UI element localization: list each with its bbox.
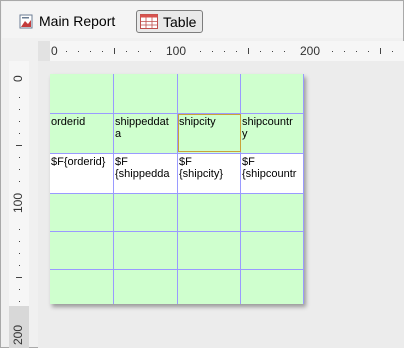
tab-table-label: Table [163, 13, 197, 30]
tab-table[interactable]: Table [136, 10, 204, 33]
table-row-empty [50, 232, 304, 270]
table-row-empty [50, 194, 304, 232]
detail-cell-shipcity[interactable]: $F {shipcity} [178, 154, 241, 194]
report-designer-window: Main Report Table 0 100 200 0 100 200 or… [0, 0, 404, 348]
tab-main-report-label: Main Report [39, 13, 116, 29]
table-detail-row: $F{orderid} $F {shippedda $F {shipcity} … [50, 154, 304, 194]
table-icon [140, 14, 158, 29]
selected-cell-outline [178, 114, 241, 152]
hruler-label-200: 200 [300, 44, 321, 58]
tab-main-report[interactable]: Main Report [19, 11, 115, 31]
horizontal-ruler: 0 100 200 [38, 41, 404, 61]
hruler-label-100: 100 [166, 44, 187, 58]
report-icon [19, 14, 34, 29]
table-row-empty-bottom [50, 270, 304, 304]
design-canvas[interactable]: orderid shippeddat a shipcity shipcountr… [38, 61, 404, 348]
table-header-row: orderid shippeddat a shipcity shipcountr… [50, 114, 304, 153]
report-page: orderid shippeddat a shipcity shipcountr… [50, 74, 304, 304]
header-cell-shipcountry[interactable]: shipcountr y [241, 114, 304, 153]
vruler-label-0: 0 [11, 75, 25, 82]
editor-tab-bar: Main Report Table [2, 2, 403, 38]
hruler-label-0: 0 [51, 44, 58, 58]
detail-cell-orderid[interactable]: $F{orderid} [50, 154, 114, 194]
vruler-label-200: 200 [11, 324, 25, 345]
vruler-label-100: 100 [11, 192, 25, 213]
detail-cell-shipcountry[interactable]: $F {shipcountr [241, 154, 304, 194]
header-cell-orderid[interactable]: orderid [50, 114, 114, 153]
table-row-empty-top [50, 74, 304, 113]
header-cell-shippeddata[interactable]: shippeddat a [114, 114, 178, 153]
detail-cell-shippeddata[interactable]: $F {shippedda [114, 154, 178, 194]
vertical-ruler: 0 100 200 [9, 61, 29, 348]
